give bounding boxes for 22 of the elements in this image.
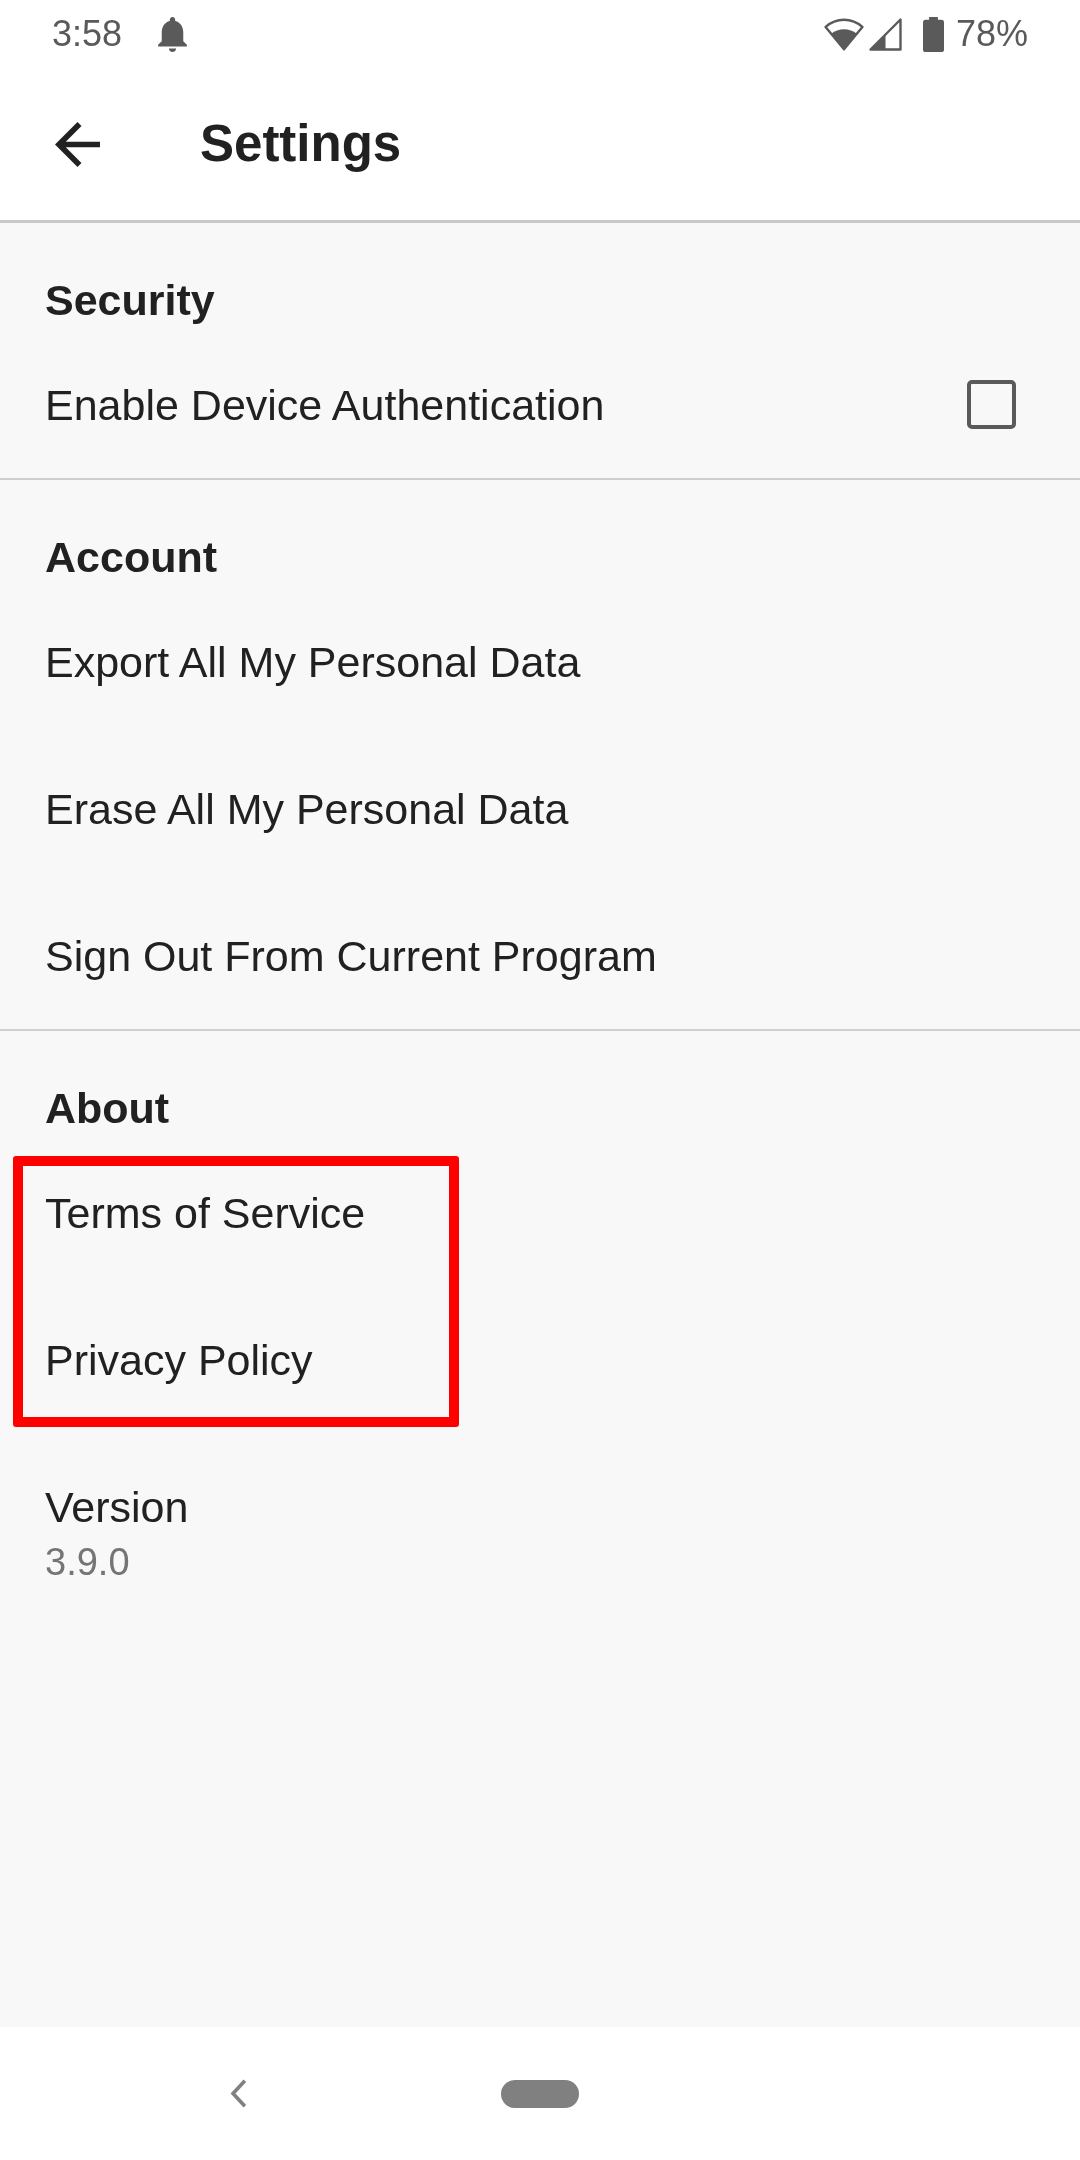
section-header: About: [45, 1083, 170, 1133]
settings-item[interactable]: Privacy Policy: [45, 1332, 313, 1387]
version-number: 3.9.0: [45, 1540, 130, 1584]
home-handle[interactable]: [501, 2079, 579, 2108]
checkbox[interactable]: [967, 380, 1016, 429]
battery-percentage: 78%: [955, 14, 1028, 54]
section-header: Account: [45, 532, 217, 582]
bell-icon: [158, 16, 188, 52]
status-time: 3:58: [52, 14, 123, 54]
nav-back-icon[interactable]: [229, 2079, 248, 2108]
back-arrow-icon[interactable]: [55, 121, 100, 167]
battery-icon: [922, 16, 944, 52]
settings-item[interactable]: Sign Out From Current Program: [45, 928, 657, 983]
screen-title: Settings: [200, 114, 402, 174]
settings-item[interactable]: Erase All My Personal Data: [45, 781, 569, 836]
version-label: Version: [45, 1482, 189, 1533]
settings-item[interactable]: Export All My Personal Data: [45, 634, 581, 689]
wifi-icon: [823, 17, 864, 51]
setting-label: Enable Device Authentication: [45, 379, 605, 431]
section-header: Security: [45, 275, 215, 325]
signal-icon: [868, 16, 902, 52]
settings-item[interactable]: Terms of Service: [45, 1185, 366, 1240]
